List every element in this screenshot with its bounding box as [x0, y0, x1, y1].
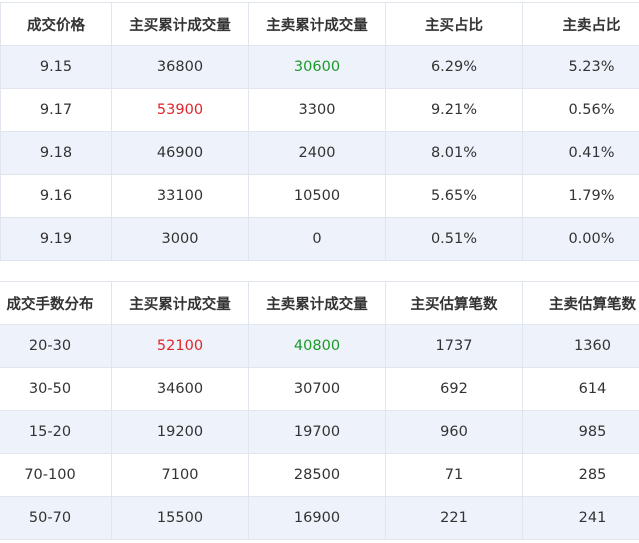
- cell-sell-volume: 28500: [248, 453, 386, 497]
- cell-buy-count: 1737: [385, 324, 523, 368]
- cell-buy-count: 71: [385, 453, 523, 497]
- cell-sell-volume: 19700: [248, 410, 386, 454]
- cell-price: 9.18: [0, 131, 112, 175]
- cell-sell-count: 241: [522, 496, 639, 540]
- column-header-lot-range[interactable]: 成交手数分布: [0, 281, 112, 325]
- column-header-buy-ratio[interactable]: 主买占比: [385, 2, 523, 46]
- cell-sell-volume: 3300: [248, 88, 386, 132]
- cell-sell-volume: 40800: [248, 324, 386, 368]
- price-distribution-table: 成交价格 主买累计成交量 主卖累计成交量 主买占比 主卖占比 9.15 3680…: [0, 2, 639, 261]
- volume-distribution-table: 成交手数分布 主买累计成交量 主卖累计成交量 主买估算笔数 主卖估算笔数 20-…: [0, 281, 639, 540]
- cell-sell-count: 614: [522, 367, 639, 411]
- cell-buy-volume: 34600: [111, 367, 249, 411]
- cell-sell-volume: 16900: [248, 496, 386, 540]
- cell-sell-ratio: 0.00%: [522, 217, 639, 261]
- cell-sell-volume: 10500: [248, 174, 386, 218]
- cell-sell-ratio: 0.41%: [522, 131, 639, 175]
- cell-sell-count: 285: [522, 453, 639, 497]
- cell-lot-range: 15-20: [0, 410, 112, 454]
- column-header-buy-volume[interactable]: 主买累计成交量: [111, 281, 249, 325]
- cell-buy-volume: 3000: [111, 217, 249, 261]
- cell-price: 9.17: [0, 88, 112, 132]
- table-row: 70-100 7100 28500 71 285: [0, 453, 639, 497]
- cell-buy-count: 221: [385, 496, 523, 540]
- table-row: 9.16 33100 10500 5.65% 1.79%: [0, 174, 639, 218]
- cell-sell-count: 985: [522, 410, 639, 454]
- column-header-sell-count[interactable]: 主卖估算笔数: [522, 281, 639, 325]
- table-row: 9.19 3000 0 0.51% 0.00%: [0, 217, 639, 261]
- cell-buy-volume: 33100: [111, 174, 249, 218]
- cell-buy-volume: 36800: [111, 45, 249, 89]
- page: 成交价格 主买累计成交量 主卖累计成交量 主买占比 主卖占比 9.15 3680…: [0, 0, 639, 543]
- column-header-sell-volume[interactable]: 主卖累计成交量: [248, 2, 386, 46]
- cell-price: 9.19: [0, 217, 112, 261]
- cell-buy-volume: 7100: [111, 453, 249, 497]
- table-row: 15-20 19200 19700 960 985: [0, 410, 639, 454]
- cell-buy-count: 960: [385, 410, 523, 454]
- table-header-row: 成交手数分布 主买累计成交量 主卖累计成交量 主买估算笔数 主卖估算笔数: [0, 281, 639, 325]
- table-row: 9.18 46900 2400 8.01% 0.41%: [0, 131, 639, 175]
- cell-lot-range: 20-30: [0, 324, 112, 368]
- cell-sell-ratio: 5.23%: [522, 45, 639, 89]
- column-header-sell-ratio[interactable]: 主卖占比: [522, 2, 639, 46]
- cell-buy-volume: 46900: [111, 131, 249, 175]
- table-row: 50-70 15500 16900 221 241: [0, 496, 639, 540]
- cell-buy-volume: 53900: [111, 88, 249, 132]
- cell-buy-ratio: 9.21%: [385, 88, 523, 132]
- table-row: 30-50 34600 30700 692 614: [0, 367, 639, 411]
- cell-price: 9.15: [0, 45, 112, 89]
- cell-lot-range: 50-70: [0, 496, 112, 540]
- table-separator: [0, 262, 639, 280]
- cell-sell-volume: 30600: [248, 45, 386, 89]
- table-header-row: 成交价格 主买累计成交量 主卖累计成交量 主买占比 主卖占比: [0, 2, 639, 46]
- cell-buy-ratio: 8.01%: [385, 131, 523, 175]
- cell-buy-volume: 15500: [111, 496, 249, 540]
- cell-buy-ratio: 6.29%: [385, 45, 523, 89]
- cell-sell-volume: 2400: [248, 131, 386, 175]
- cell-buy-count: 692: [385, 367, 523, 411]
- cell-sell-volume: 0: [248, 217, 386, 261]
- cell-buy-volume: 52100: [111, 324, 249, 368]
- column-header-buy-volume[interactable]: 主买累计成交量: [111, 2, 249, 46]
- cell-price: 9.16: [0, 174, 112, 218]
- cell-sell-ratio: 1.79%: [522, 174, 639, 218]
- cell-buy-ratio: 0.51%: [385, 217, 523, 261]
- table-row: 9.17 53900 3300 9.21% 0.56%: [0, 88, 639, 132]
- cell-lot-range: 30-50: [0, 367, 112, 411]
- column-header-sell-volume[interactable]: 主卖累计成交量: [248, 281, 386, 325]
- cell-sell-count: 1360: [522, 324, 639, 368]
- cell-lot-range: 70-100: [0, 453, 112, 497]
- table-row: 9.15 36800 30600 6.29% 5.23%: [0, 45, 639, 89]
- column-header-price[interactable]: 成交价格: [0, 2, 112, 46]
- table-row: 20-30 52100 40800 1737 1360: [0, 324, 639, 368]
- column-header-buy-count[interactable]: 主买估算笔数: [385, 281, 523, 325]
- cell-buy-ratio: 5.65%: [385, 174, 523, 218]
- cell-sell-volume: 30700: [248, 367, 386, 411]
- cell-sell-ratio: 0.56%: [522, 88, 639, 132]
- cell-buy-volume: 19200: [111, 410, 249, 454]
